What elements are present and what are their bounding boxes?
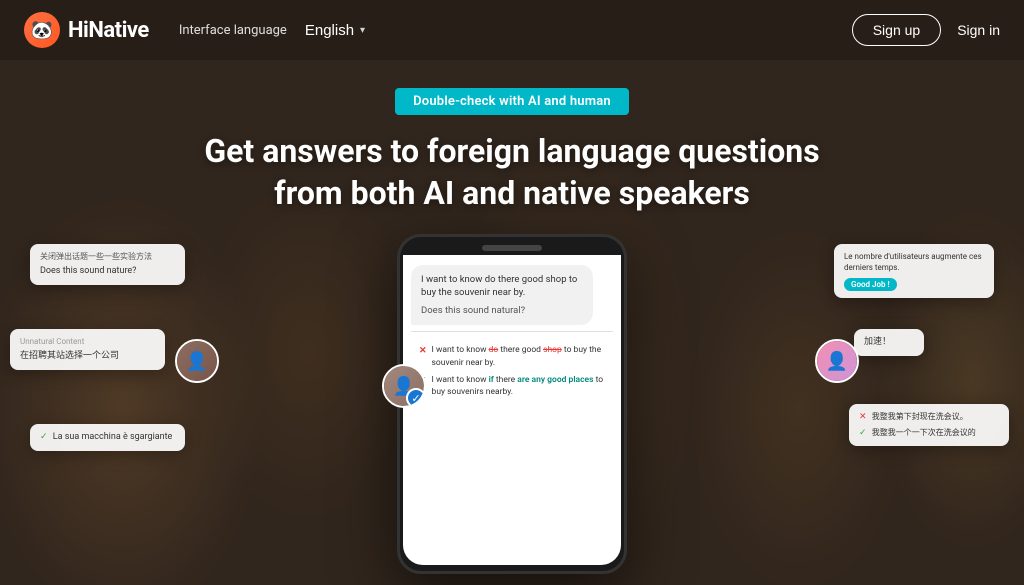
- phone-area: 关闭弹出话题一些一些实验方法 Does this sound nature? U…: [0, 234, 1024, 524]
- float-card-french: Le nombre d'utilisateurs augmente ces de…: [834, 244, 994, 298]
- correction-right-line: ✓ I want to know if there are any good p…: [419, 374, 605, 400]
- logo-emoji: 🐼: [31, 20, 53, 41]
- hero-title-line1: Get answers to foreign language question…: [204, 132, 819, 170]
- hero-title-line2: from both AI and native speakers: [274, 174, 750, 212]
- phone-notch: [482, 245, 542, 251]
- float-card-text1: 关闭弹出话题一些一些实验方法: [40, 251, 175, 262]
- x-icon-bottom: ✕: [859, 412, 867, 422]
- ai-badge: Double-check with AI and human: [395, 88, 629, 115]
- avatar-face-left: 👤: [177, 341, 217, 381]
- signin-button[interactable]: Sign in: [957, 22, 1000, 38]
- selected-language: English: [305, 22, 354, 39]
- good-job-badge-area: Good Job !: [844, 279, 984, 292]
- chevron-down-icon: ▾: [360, 25, 365, 36]
- italian-text: La sua macchina è sgargiante: [53, 432, 173, 442]
- header-right: Sign up Sign in: [852, 14, 1000, 46]
- correction-wrong-line: ✕ I want to know do there good shop to b…: [419, 344, 605, 370]
- check-icon: ✓: [40, 432, 48, 442]
- signup-button[interactable]: Sign up: [852, 14, 941, 46]
- correction-block: ✕ I want to know do there good shop to b…: [411, 338, 613, 409]
- logo-hi: Hi: [68, 18, 88, 43]
- chinese-text-line2: 我整我一个一下次在洗会议的: [872, 428, 976, 437]
- float-card-text2: Does this sound nature?: [40, 265, 175, 278]
- phone-mockup: I want to know do there good shop to buy…: [397, 234, 627, 574]
- chinese-bottom-line1: ✕ 我整我第下封现在洗会议。: [859, 411, 999, 424]
- correction-wrong-text: I want to know do there good shop to buy…: [432, 344, 605, 370]
- correction-right-text: I want to know if there are any good pla…: [432, 374, 605, 400]
- logo-icon: 🐼: [24, 12, 60, 48]
- good-job-badge: Good Job !: [844, 278, 897, 291]
- chat-bubble-question: I want to know do there good shop to buy…: [411, 265, 593, 325]
- x-icon: ✕: [419, 345, 427, 359]
- header-middle: Interface language English ▾: [179, 18, 373, 43]
- avatar-right: 👤: [815, 339, 859, 383]
- float-card-unnatural: Unnatural Content 在招聘其站选择一个公司: [10, 329, 165, 370]
- header: 🐼 HiNative Interface language English ▾ …: [0, 0, 1024, 60]
- chat-divider: [411, 331, 613, 332]
- unnatural-label: Unnatural Content: [20, 336, 155, 347]
- logo-text: HiNative: [68, 18, 149, 43]
- language-selector[interactable]: English ▾: [297, 18, 373, 43]
- chinese-bottom-line2: ✓ 我整我一个一下次在洗会议的: [859, 427, 999, 440]
- logo-area: 🐼 HiNative: [24, 12, 149, 48]
- avatar-phone-left: 👤 ✓: [382, 364, 426, 408]
- float-card-jiasu: 加速！: [854, 329, 924, 356]
- avatar-face-right: 👤: [817, 341, 857, 381]
- jiasu-text: 加速！: [864, 337, 891, 347]
- phone-screen: I want to know do there good shop to buy…: [403, 255, 621, 565]
- float-card-chinese-top: 关闭弹出话题一些一些实验方法 Does this sound nature?: [30, 244, 185, 285]
- float-card-italian: ✓ La sua macchina è sgargiante: [30, 424, 185, 451]
- french-text1: Le nombre d'utilisateurs augmente ces de…: [844, 251, 984, 273]
- question-subtext: Does this sound natural?: [421, 304, 583, 317]
- hero-title: Get answers to foreign language question…: [204, 131, 819, 214]
- unnatural-text: 在招聘其站选择一个公司: [20, 350, 155, 363]
- logo-native: Native: [88, 18, 148, 43]
- question-text: I want to know do there good shop to buy…: [421, 273, 583, 300]
- hero-section: Double-check with AI and human Get answe…: [0, 60, 1024, 214]
- avatar-left: 👤: [175, 339, 219, 383]
- chinese-text-line1: 我整我第下封现在洗会议。: [872, 412, 968, 421]
- interface-language-label: Interface language: [179, 23, 287, 38]
- float-card-chinese-bottom: ✕ 我整我第下封现在洗会议。 ✓ 我整我一个一下次在洗会议的: [849, 404, 1009, 446]
- check-icon-bottom: ✓: [859, 428, 867, 438]
